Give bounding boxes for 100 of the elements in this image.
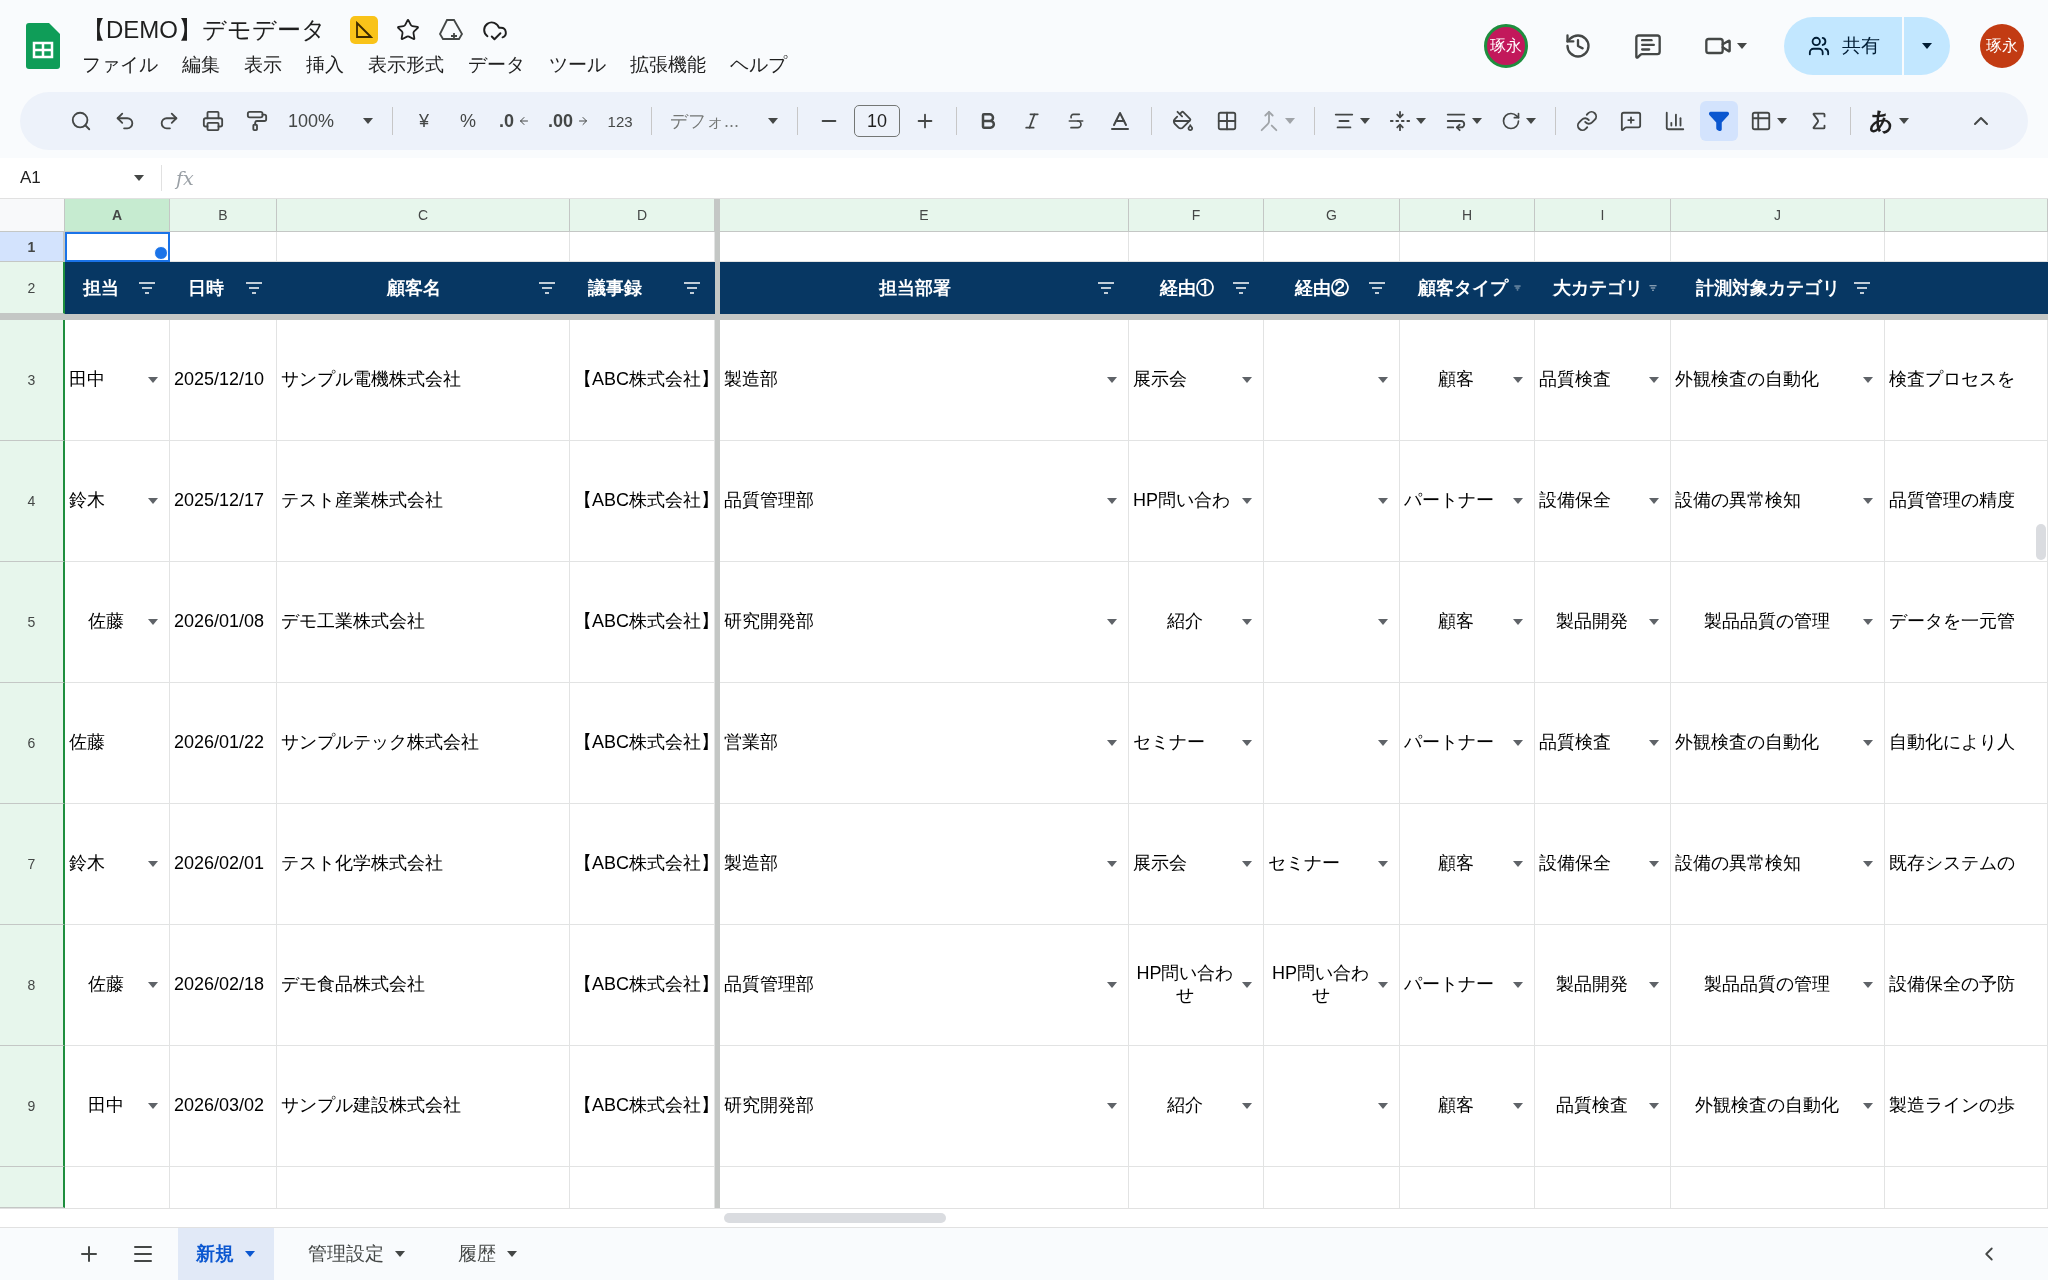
dropdown-caret-icon[interactable] (147, 981, 159, 989)
column-header[interactable]: I (1535, 199, 1671, 232)
dropdown-caret-icon[interactable] (1241, 618, 1253, 626)
menu-item[interactable]: ファイル (82, 52, 158, 78)
dropdown-caret-icon[interactable] (1648, 739, 1660, 747)
menu-item[interactable]: 拡張機能 (630, 52, 706, 78)
column-header[interactable]: J (1671, 199, 1885, 232)
filter-icon[interactable] (1368, 282, 1386, 294)
dropdown-caret-icon[interactable] (1512, 860, 1524, 868)
increase-decimal-button[interactable]: .00 (542, 101, 596, 141)
column-header[interactable]: D (570, 199, 715, 232)
dropdown-caret-icon[interactable] (1648, 497, 1660, 505)
dropdown-caret-icon[interactable] (1862, 497, 1874, 505)
sheet-tab[interactable]: 新規 (178, 1228, 274, 1280)
currency-button[interactable]: ¥ (405, 101, 444, 141)
dropdown-caret-icon[interactable] (1512, 739, 1524, 747)
menu-item[interactable]: データ (468, 52, 525, 78)
dropdown-caret-icon[interactable] (1648, 618, 1660, 626)
number-format-button[interactable]: 123 (601, 101, 640, 141)
dropdown-caret-icon[interactable] (147, 618, 159, 626)
dropdown-caret-icon[interactable] (1241, 860, 1253, 868)
dropdown-caret-icon[interactable] (1241, 376, 1253, 384)
dropdown-caret-icon[interactable] (1512, 618, 1524, 626)
row-number[interactable]: 2 (0, 262, 65, 314)
user-avatar[interactable]: 琢永 (1980, 24, 2024, 68)
column-header[interactable]: B (170, 199, 277, 232)
row-number[interactable]: 8 (0, 925, 65, 1046)
caret-icon[interactable] (133, 174, 145, 182)
caret-icon[interactable] (1471, 117, 1484, 125)
column-header[interactable]: F (1129, 199, 1264, 232)
caret-icon[interactable] (1736, 42, 1748, 50)
caret-icon[interactable] (1415, 117, 1428, 125)
collaborator-avatar[interactable]: 琢永 (1484, 24, 1528, 68)
dropdown-caret-icon[interactable] (1862, 860, 1874, 868)
dropdown-caret-icon[interactable] (1106, 981, 1118, 989)
dropdown-caret-icon[interactable] (1648, 981, 1660, 989)
dropdown-caret-icon[interactable] (1512, 497, 1524, 505)
filter-icon[interactable] (1232, 282, 1250, 294)
column-header[interactable]: C (277, 199, 570, 232)
sheet-tab[interactable]: 管理設定 (290, 1228, 424, 1280)
caret-icon[interactable] (767, 117, 780, 125)
caret-icon[interactable] (1776, 117, 1789, 125)
vertical-scrollbar[interactable] (2036, 524, 2046, 560)
dropdown-caret-icon[interactable] (1862, 1102, 1874, 1110)
horizontal-scrollbar[interactable] (724, 1213, 946, 1223)
dropdown-caret-icon[interactable] (147, 376, 159, 384)
selected-cell[interactable] (65, 232, 170, 262)
dropdown-caret-icon[interactable] (1106, 1102, 1118, 1110)
font-size-field[interactable]: 10 (854, 105, 901, 137)
filter-icon[interactable] (245, 282, 263, 294)
caret-icon[interactable] (506, 1250, 518, 1258)
dropdown-caret-icon[interactable] (1377, 618, 1389, 626)
badge-icon[interactable] (350, 16, 378, 44)
dropdown-caret-icon[interactable] (147, 1102, 159, 1110)
caret-icon[interactable] (1359, 117, 1372, 125)
dropdown-caret-icon[interactable] (1862, 618, 1874, 626)
name-box[interactable]: A1 (0, 165, 162, 191)
column-header[interactable]: H (1400, 199, 1535, 232)
caret-icon[interactable] (1898, 117, 1911, 125)
dropdown-caret-icon[interactable] (1512, 1102, 1524, 1110)
document-title[interactable]: 【DEMO】デモデータ (82, 14, 326, 46)
filter-icon[interactable] (683, 282, 701, 294)
dropdown-caret-icon[interactable] (1241, 981, 1253, 989)
dropdown-caret-icon[interactable] (1106, 739, 1118, 747)
dropdown-caret-icon[interactable] (1377, 376, 1389, 384)
dropdown-caret-icon[interactable] (147, 860, 159, 868)
row-number[interactable]: 1 (0, 232, 65, 262)
sheets-logo-icon[interactable] (26, 23, 60, 69)
menu-item[interactable]: ツール (549, 52, 606, 78)
dropdown-caret-icon[interactable] (1106, 376, 1118, 384)
row-number[interactable]: 5 (0, 562, 65, 683)
row-number[interactable]: 9 (0, 1046, 65, 1167)
dropdown-caret-icon[interactable] (1377, 1102, 1389, 1110)
dropdown-caret-icon[interactable] (1377, 981, 1389, 989)
dropdown-caret-icon[interactable] (1241, 739, 1253, 747)
filter-icon[interactable] (1097, 282, 1115, 294)
dropdown-caret-icon[interactable] (1648, 376, 1660, 384)
filter-button[interactable] (1700, 101, 1739, 141)
dropdown-caret-icon[interactable] (147, 497, 159, 505)
column-header[interactable]: A (65, 199, 170, 232)
input-tools-button[interactable]: あ (1863, 101, 1917, 141)
zoom-dropdown[interactable]: 100% (282, 101, 381, 141)
dropdown-caret-icon[interactable] (1862, 981, 1874, 989)
fill-handle[interactable] (154, 246, 168, 260)
decrease-decimal-button[interactable]: .0 (493, 101, 537, 141)
drive-icon[interactable] (438, 18, 464, 42)
row-number[interactable]: 4 (0, 441, 65, 562)
dropdown-caret-icon[interactable] (1377, 860, 1389, 868)
dropdown-caret-icon[interactable] (1862, 739, 1874, 747)
dropdown-caret-icon[interactable] (1241, 497, 1253, 505)
caret-icon[interactable] (362, 117, 375, 125)
column-header[interactable]: E (720, 199, 1129, 232)
dropdown-caret-icon[interactable] (1512, 981, 1524, 989)
percent-button[interactable]: % (449, 101, 488, 141)
row-number[interactable]: 3 (0, 320, 65, 441)
column-header[interactable]: G (1264, 199, 1400, 232)
filter-icon[interactable] (1853, 282, 1871, 294)
filter-icon[interactable] (538, 282, 556, 294)
dropdown-caret-icon[interactable] (1106, 860, 1118, 868)
menu-item[interactable]: ヘルプ (730, 52, 787, 78)
